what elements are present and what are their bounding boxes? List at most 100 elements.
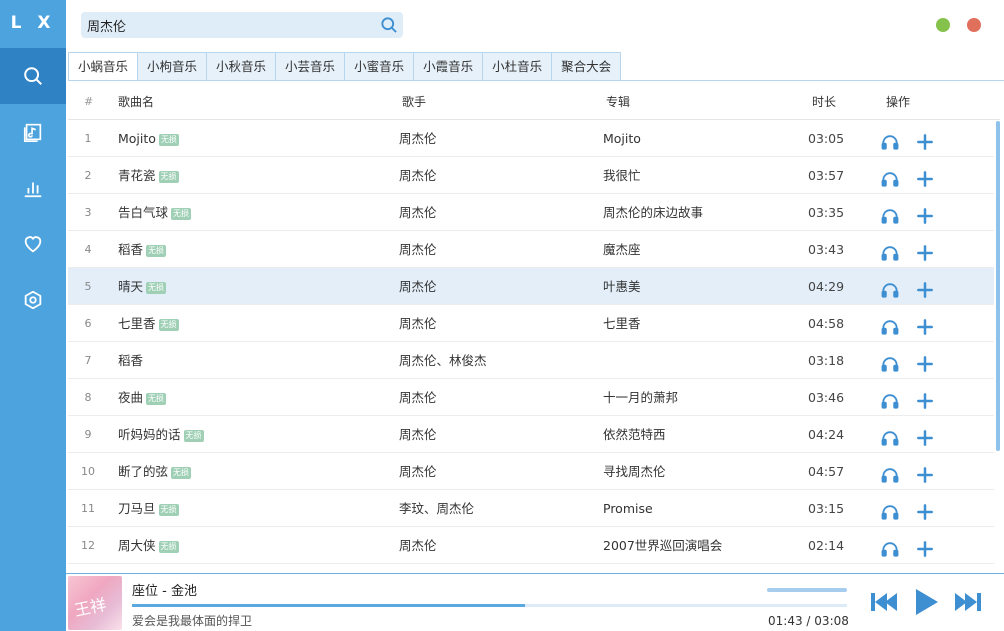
table-row[interactable]: 1 Mojito 无损 周杰伦 Mojito 03:05 xyxy=(68,120,994,157)
header-ops: 操作 xyxy=(886,95,911,109)
duration: 03:35 xyxy=(808,205,845,220)
table-row[interactable]: 11 刀马旦 无损 李玟、周杰伦 Promise 03:15 xyxy=(68,490,994,527)
music-note-icon xyxy=(23,123,42,142)
add-icon[interactable] xyxy=(915,388,935,409)
progress-bar[interactable] xyxy=(132,604,847,607)
headphones-icon[interactable] xyxy=(880,388,900,409)
song-name-cell: 稻香 无损 xyxy=(118,231,167,268)
table-row[interactable]: 10 断了的弦 无损 周杰伦 寻找周杰伦 04:57 xyxy=(68,453,994,490)
sidebar-item-charts[interactable] xyxy=(0,160,66,216)
tab-source-1[interactable]: 小蜗音乐 xyxy=(68,52,139,81)
add-icon[interactable] xyxy=(915,499,935,520)
headphones-icon[interactable] xyxy=(880,351,900,372)
lossless-badge: 无损 xyxy=(146,281,167,294)
album: 周杰伦的床边故事 xyxy=(603,205,704,220)
singer: 周杰伦 xyxy=(399,464,437,479)
headphones-icon[interactable] xyxy=(880,203,900,224)
add-icon[interactable] xyxy=(915,462,935,483)
add-icon[interactable] xyxy=(915,240,935,261)
next-button[interactable] xyxy=(952,591,982,613)
row-actions xyxy=(880,268,950,305)
minimize-button[interactable] xyxy=(936,18,950,32)
song-name: 晴天 xyxy=(118,279,144,294)
headphones-icon[interactable] xyxy=(880,462,900,483)
tab-source-7[interactable]: 小杜音乐 xyxy=(483,52,553,81)
duration: 03:46 xyxy=(808,390,845,405)
tab-source-3[interactable]: 小秋音乐 xyxy=(207,52,277,81)
add-icon[interactable] xyxy=(915,166,935,187)
table-row[interactable]: 2 青花瓷 无损 周杰伦 我很忙 03:57 xyxy=(68,157,994,194)
singer: 周杰伦 xyxy=(399,205,437,220)
lossless-badge: 无损 xyxy=(158,540,179,553)
add-icon[interactable] xyxy=(915,129,935,150)
tab-source-2[interactable]: 小枸音乐 xyxy=(138,52,208,81)
table-row[interactable]: 6 七里香 无损 周杰伦 七里香 04:58 xyxy=(68,305,994,342)
volume-slider[interactable] xyxy=(767,588,847,592)
header-duration: 时长 xyxy=(812,95,837,109)
add-icon[interactable] xyxy=(915,203,935,224)
duration: 03:15 xyxy=(808,501,845,516)
lossless-badge: 无损 xyxy=(171,466,192,479)
prev-button[interactable] xyxy=(870,591,900,613)
table-row[interactable]: 4 稻香 无损 周杰伦 魔杰座 03:43 xyxy=(68,231,994,268)
headphones-icon[interactable] xyxy=(880,277,900,298)
singer: 周杰伦 xyxy=(399,316,437,331)
singer: 周杰伦 xyxy=(399,131,437,146)
duration: 02:14 xyxy=(808,538,845,553)
duration: 04:57 xyxy=(808,464,845,479)
headphones-icon[interactable] xyxy=(880,240,900,261)
search-icon[interactable] xyxy=(379,15,399,35)
table-row[interactable]: 9 听妈妈的话 无损 周杰伦 依然范特西 04:24 xyxy=(68,416,994,453)
headphones-icon[interactable] xyxy=(880,166,900,187)
tab-source-8[interactable]: 聚合大会 xyxy=(552,52,622,81)
headphones-icon[interactable] xyxy=(880,314,900,335)
singer: 周杰伦 xyxy=(399,168,437,183)
table-row[interactable]: 7 稻香 周杰伦、林俊杰 03:18 xyxy=(68,342,994,379)
song-name: 听妈妈的话 xyxy=(118,427,181,442)
row-actions xyxy=(880,305,950,342)
add-icon[interactable] xyxy=(915,536,935,557)
lossless-badge: 无损 xyxy=(158,170,179,183)
add-icon[interactable] xyxy=(915,351,935,372)
song-name-cell: 晴天 无损 xyxy=(118,268,167,305)
song-name-cell: 断了的弦 无损 xyxy=(118,453,192,490)
headphones-icon[interactable] xyxy=(880,536,900,557)
singer: 周杰伦 xyxy=(399,242,437,257)
row-actions xyxy=(880,231,950,268)
header-name: 歌曲名 xyxy=(118,95,155,109)
add-icon[interactable] xyxy=(915,314,935,335)
duration: 03:57 xyxy=(808,168,845,183)
source-tabs: 小蜗音乐 小枸音乐 小秋音乐 小芸音乐 小蜜音乐 小霞音乐 小杜音乐 聚合大会 xyxy=(68,52,622,81)
sidebar-item-songlist[interactable] xyxy=(0,104,66,160)
play-button[interactable] xyxy=(914,588,940,616)
table-row[interactable]: 5 晴天 无损 周杰伦 叶惠美 04:29 xyxy=(68,268,994,305)
headphones-icon[interactable] xyxy=(880,499,900,520)
gear-icon xyxy=(24,290,42,310)
skip-next-icon xyxy=(955,593,981,611)
lossless-badge: 无损 xyxy=(158,318,179,331)
sidebar-item-favorites[interactable] xyxy=(0,216,66,272)
duration: 03:18 xyxy=(808,353,845,368)
close-button[interactable] xyxy=(967,18,981,32)
song-number: 6 xyxy=(84,317,92,330)
sidebar-item-settings[interactable] xyxy=(0,272,66,328)
song-name: 刀马旦 xyxy=(118,501,156,516)
tab-source-6[interactable]: 小霞音乐 xyxy=(414,52,484,81)
album-cover[interactable]: 王祥 xyxy=(68,576,122,630)
search-input[interactable] xyxy=(87,12,367,38)
tab-source-4[interactable]: 小芸音乐 xyxy=(276,52,346,81)
headphones-icon[interactable] xyxy=(880,425,900,446)
song-number: 3 xyxy=(84,206,92,219)
headphones-icon[interactable] xyxy=(880,129,900,150)
table-row[interactable]: 12 周大侠 无损 周杰伦 2007世界巡回演唱会 02:14 xyxy=(68,527,994,564)
list-scrollbar[interactable] xyxy=(996,121,1000,451)
sidebar-item-search[interactable] xyxy=(0,48,66,104)
song-number: 1 xyxy=(84,132,92,145)
add-icon[interactable] xyxy=(915,425,935,446)
tab-source-5[interactable]: 小蜜音乐 xyxy=(345,52,415,81)
add-icon[interactable] xyxy=(915,277,935,298)
table-row[interactable]: 3 告白气球 无损 周杰伦 周杰伦的床边故事 03:35 xyxy=(68,194,994,231)
header-album: 专辑 xyxy=(606,95,631,109)
table-row[interactable]: 8 夜曲 无损 周杰伦 十一月的萧邦 03:46 xyxy=(68,379,994,416)
total-time: 03:08 xyxy=(814,614,849,628)
